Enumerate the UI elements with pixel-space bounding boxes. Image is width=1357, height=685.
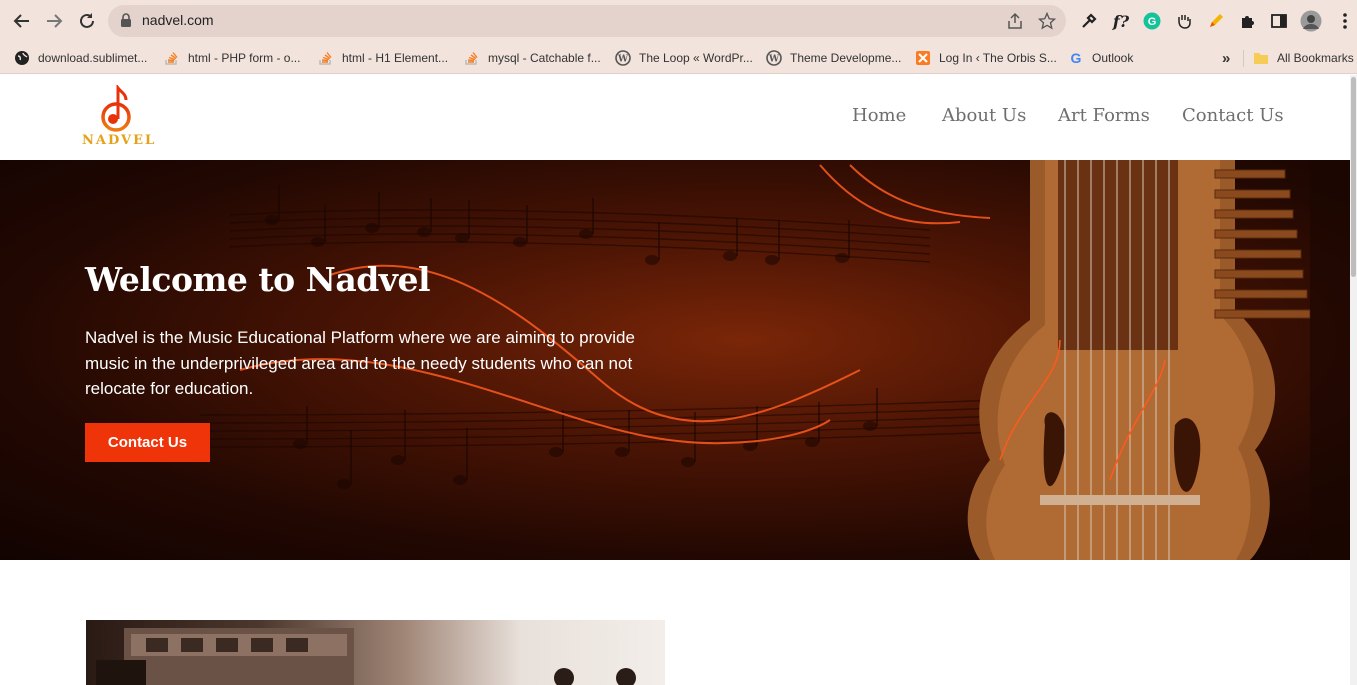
wordpress-icon: W: [766, 50, 782, 66]
bookmark-item[interactable]: html - PHP form - o...: [164, 48, 300, 68]
google-icon: G: [1068, 50, 1084, 66]
bookmark-item[interactable]: html - H1 Element...: [318, 48, 448, 68]
bookmarks-bar: download.sublimet... html - PHP form - o…: [0, 42, 1357, 74]
arrow-left-icon: [13, 14, 29, 28]
xampp-icon: [915, 50, 931, 66]
hand-extension-icon[interactable]: [1173, 10, 1195, 32]
harmonium-photo: [86, 620, 665, 685]
contact-us-button[interactable]: Contact Us: [85, 423, 210, 462]
folder-icon: [1253, 50, 1269, 66]
back-button[interactable]: [10, 9, 34, 33]
wordpress-icon: W: [615, 50, 631, 66]
side-panel-icon[interactable]: [1268, 10, 1290, 32]
url-text: nadvel.com: [142, 12, 214, 28]
site-header: NADVEL Home About Us Art Forms Contact U…: [0, 75, 1350, 160]
bookmark-item[interactable]: mysql - Catchable f...: [464, 48, 601, 68]
profile-avatar[interactable]: [1300, 10, 1322, 32]
stackoverflow-icon: [164, 50, 180, 66]
nav-contact-us[interactable]: Contact Us: [1182, 105, 1284, 126]
logo-text: NADVEL: [82, 133, 157, 148]
bookmark-item[interactable]: download.sublimet...: [14, 48, 147, 68]
globe-icon: [14, 50, 30, 66]
star-icon[interactable]: [1038, 12, 1056, 30]
address-bar[interactable]: nadvel.com: [108, 5, 1066, 37]
font-extension-icon[interactable]: f?: [1110, 10, 1132, 32]
lock-icon: [121, 13, 131, 27]
bookmarks-divider: [1243, 50, 1244, 67]
svg-text:W: W: [768, 55, 780, 65]
bookmark-item[interactable]: G Outlook: [1068, 48, 1134, 68]
forward-button[interactable]: [42, 9, 66, 33]
svg-text:G: G: [1148, 16, 1157, 28]
eyedropper-extension-icon[interactable]: [1078, 10, 1100, 32]
all-bookmarks-button[interactable]: All Bookmarks: [1253, 48, 1354, 68]
instrument-illustration: [967, 160, 1311, 560]
scrollbar-thumb[interactable]: [1351, 77, 1356, 277]
bookmark-item[interactable]: W The Loop « WordPr...: [615, 48, 753, 68]
reload-icon: [80, 13, 94, 28]
stackoverflow-icon: [464, 50, 480, 66]
arrow-right-icon: [47, 14, 63, 28]
bookmark-item[interactable]: Log In ‹ The Orbis S...: [915, 48, 1057, 68]
bookmarks-overflow-button[interactable]: »: [1222, 48, 1230, 68]
pencil-extension-icon[interactable]: [1205, 10, 1227, 32]
hero-banner: Welcome to Nadvel Nadvel is the Music Ed…: [0, 160, 1350, 560]
svg-text:G: G: [1071, 50, 1082, 66]
web-page: NADVEL Home About Us Art Forms Contact U…: [0, 75, 1350, 685]
nav-about-us[interactable]: About Us: [942, 105, 1026, 126]
nav-home[interactable]: Home: [852, 105, 906, 126]
stackoverflow-icon: [318, 50, 334, 66]
nav-art-forms[interactable]: Art Forms: [1058, 105, 1150, 126]
hero-title: Welcome to Nadvel: [85, 260, 430, 299]
grammarly-icon[interactable]: G: [1141, 10, 1163, 32]
bookmark-item[interactable]: W Theme Developme...: [766, 48, 901, 68]
reload-button[interactable]: [75, 9, 99, 33]
hero-description: Nadvel is the Music Educational Platform…: [85, 328, 635, 398]
svg-text:W: W: [617, 55, 629, 65]
menu-kebab-icon[interactable]: [1334, 10, 1356, 32]
share-icon[interactable]: [1006, 12, 1024, 30]
page-scrollbar[interactable]: [1350, 75, 1357, 685]
puzzle-extensions-icon[interactable]: [1237, 10, 1259, 32]
browser-toolbar: nadvel.com f? G: [0, 0, 1357, 42]
